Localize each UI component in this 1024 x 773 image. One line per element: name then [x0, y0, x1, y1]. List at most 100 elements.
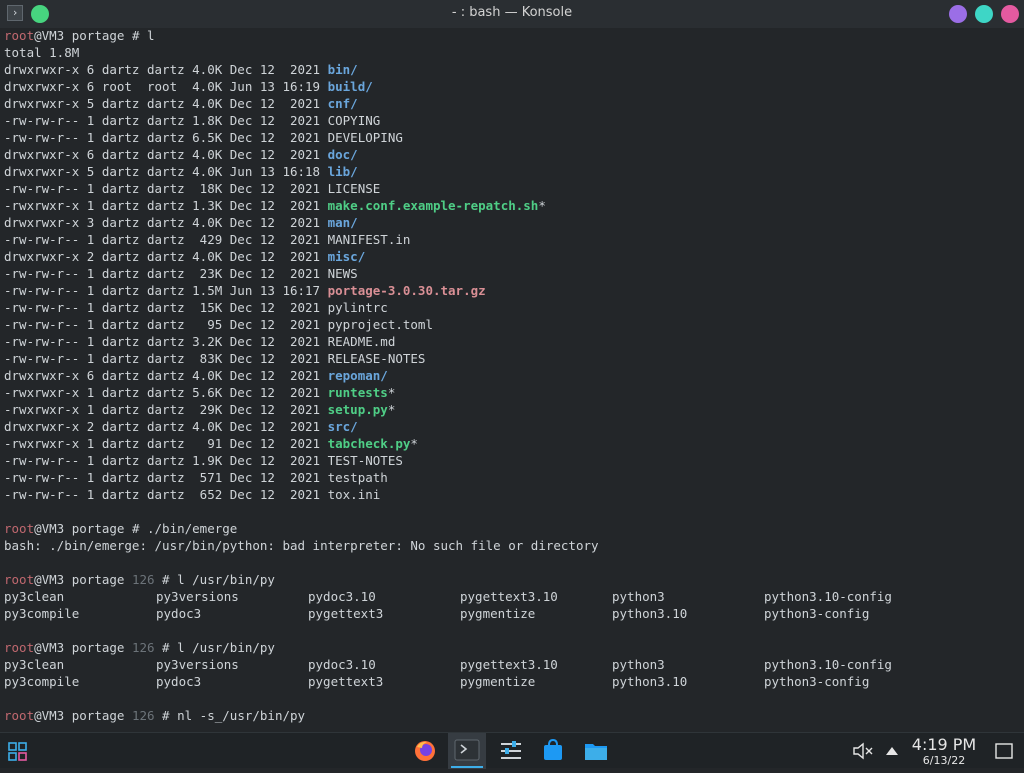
completion-item: python3.10 [612, 674, 688, 689]
prompt-command: # nl -s_/usr/bin/py [154, 708, 306, 723]
file-name: misc/ [327, 249, 366, 264]
file-suffix: * [410, 436, 418, 451]
completion-item: python3.10-config [764, 657, 892, 672]
completion-row: py3clean py3versions pydoc3.10 pygettext3.1… [4, 588, 1020, 605]
file-meta: drwxrwxr-x 6 dartz dartz 4.0K Dec 12 202… [4, 368, 328, 383]
file-meta: -rw-rw-r-- 1 dartz dartz 6.5K Dec 12 202… [4, 130, 328, 145]
file-meta: drwxrwxr-x 6 dartz dartz 4.0K Dec 12 202… [4, 62, 328, 77]
discover-store-icon[interactable] [536, 733, 570, 769]
konsole-icon[interactable] [448, 733, 486, 769]
listing-row: -rw-rw-r-- 1 dartz dartz 571 Dec 12 2021… [4, 469, 1020, 486]
completion-item: pygettext3 [308, 674, 384, 689]
file-meta: -rw-rw-r-- 1 dartz dartz 429 Dec 12 2021 [4, 232, 328, 247]
file-meta: drwxrwxr-x 5 dartz dartz 4.0K Dec 12 202… [4, 96, 328, 111]
file-meta: drwxrwxr-x 2 dartz dartz 4.0K Dec 12 202… [4, 419, 328, 434]
listing-row: -rw-rw-r-- 1 dartz dartz 3.2K Dec 12 202… [4, 333, 1020, 350]
file-meta: -rw-rw-r-- 1 dartz dartz 1.5M Jun 13 16:… [4, 283, 328, 298]
minimize-button[interactable] [949, 5, 967, 23]
listing-row: -rwxrwxr-x 1 dartz dartz 91 Dec 12 2021 … [4, 435, 1020, 452]
listing-row: drwxrwxr-x 3 dartz dartz 4.0K Dec 12 202… [4, 214, 1020, 231]
show-desktop-icon[interactable] [990, 733, 1018, 769]
listing-row: -rw-rw-r-- 1 dartz dartz 83K Dec 12 2021… [4, 350, 1020, 367]
completion-item: py3compile [4, 674, 80, 689]
listing-row: -rw-rw-r-- 1 dartz dartz 1.9K Dec 12 202… [4, 452, 1020, 469]
listing-row: -rw-rw-r-- 1 dartz dartz 95 Dec 12 2021 … [4, 316, 1020, 333]
file-name: TEST-NOTES [327, 453, 403, 468]
file-name: build/ [327, 79, 373, 94]
listing-row: drwxrwxr-x 6 dartz dartz 4.0K Dec 12 202… [4, 367, 1020, 384]
prompt-line: root@VM3 portage 126 # l /usr/bin/py [4, 639, 1020, 656]
prompt-command: # l /usr/bin/py [154, 572, 275, 587]
close-button[interactable] [1001, 5, 1019, 23]
listing-row: -rwxrwxr-x 1 dartz dartz 5.6K Dec 12 202… [4, 384, 1020, 401]
listing-row: -rw-rw-r-- 1 dartz dartz 6.5K Dec 12 202… [4, 129, 1020, 146]
output-text: total 1.8M [4, 45, 80, 60]
completion-item: py3clean [4, 589, 65, 604]
file-meta: drwxrwxr-x 6 dartz dartz 4.0K Dec 12 202… [4, 147, 328, 162]
completion-item: python3-config [764, 606, 870, 621]
listing-row: -rwxrwxr-x 1 dartz dartz 29K Dec 12 2021… [4, 401, 1020, 418]
file-meta: drwxrwxr-x 6 root root 4.0K Jun 13 16:19 [4, 79, 328, 94]
completion-item: pygmentize [460, 606, 536, 621]
firefox-icon[interactable] [408, 733, 442, 769]
file-name: testpath [327, 470, 388, 485]
file-meta: -rw-rw-r-- 1 dartz dartz 83K Dec 12 2021 [4, 351, 328, 366]
completion-item: pydoc3 [156, 606, 202, 621]
file-meta: -rw-rw-r-- 1 dartz dartz 95 Dec 12 2021 [4, 317, 328, 332]
file-name: pyproject.toml [327, 317, 433, 332]
file-suffix: * [387, 402, 396, 417]
file-meta: -rw-rw-r-- 1 dartz dartz 3.2K Dec 12 202… [4, 334, 328, 349]
application-launcher-icon[interactable] [0, 733, 36, 769]
output-line: total 1.8M [4, 44, 1020, 61]
prompt-user: root [4, 708, 35, 723]
completion-item: pydoc3.10 [308, 657, 376, 672]
prompt-host: @VM3 portage [34, 640, 125, 655]
file-name: portage-3.0.30.tar.gz [327, 283, 486, 298]
completion-item: pydoc3.10 [308, 589, 376, 604]
file-meta: -rw-rw-r-- 1 dartz dartz 23K Dec 12 2021 [4, 266, 328, 281]
listing-row: drwxrwxr-x 2 dartz dartz 4.0K Dec 12 202… [4, 418, 1020, 435]
prompt-line: root@VM3 portage # ./bin/emerge [4, 520, 1020, 537]
listing-row: drwxrwxr-x 5 dartz dartz 4.0K Jun 13 16:… [4, 163, 1020, 180]
digital-clock[interactable]: 4:19 PM 6/13/22 [902, 736, 986, 768]
file-name: src/ [327, 419, 358, 434]
completion-item: pygettext3.10 [460, 657, 558, 672]
file-meta: -rw-rw-r-- 1 dartz dartz 18K Dec 12 2021 [4, 181, 328, 196]
maximize-button[interactable] [975, 5, 993, 23]
listing-row: drwxrwxr-x 5 dartz dartz 4.0K Dec 12 202… [4, 95, 1020, 112]
completion-row: py3compile pydoc3 pygettext3 pygmentize pyth… [4, 673, 1020, 690]
prompt-host: @VM3 portage [34, 708, 125, 723]
file-name: doc/ [327, 147, 358, 162]
file-name: man/ [327, 215, 358, 230]
prompt-line: root@VM3 portage 126 # l /usr/bin/py [4, 571, 1020, 588]
file-name: RELEASE-NOTES [327, 351, 426, 366]
window-title: - : bash — Konsole [451, 5, 573, 20]
completion-item: python3 [612, 589, 665, 604]
file-meta: -rwxrwxr-x 1 dartz dartz 29K Dec 12 2021 [4, 402, 328, 417]
prompt-line: root@VM3 portage # l [4, 27, 1020, 44]
prompt-host: @VM3 portage [34, 572, 125, 587]
dolphin-files-icon[interactable] [578, 733, 614, 769]
file-name: setup.py [327, 402, 388, 417]
completion-item: py3clean [4, 657, 65, 672]
window-titlebar[interactable]: › - : bash — Konsole [0, 0, 1024, 28]
completion-item: python3.10-config [764, 589, 892, 604]
listing-row: -rw-rw-r-- 1 dartz dartz 1.8K Dec 12 202… [4, 112, 1020, 129]
file-meta: drwxrwxr-x 5 dartz dartz 4.0K Jun 13 16:… [4, 164, 328, 179]
listing-row: -rwxrwxr-x 1 dartz dartz 1.3K Dec 12 202… [4, 197, 1020, 214]
file-name: runtests [327, 385, 388, 400]
listing-row: -rw-rw-r-- 1 dartz dartz 652 Dec 12 2021… [4, 486, 1020, 503]
completion-item: python3.10 [612, 606, 688, 621]
completion-item: python3-config [764, 674, 870, 689]
tray-expand-icon[interactable] [880, 733, 904, 769]
system-settings-icon[interactable] [494, 733, 528, 769]
file-name: repoman/ [327, 368, 388, 383]
file-suffix: * [387, 385, 396, 400]
prompt-host: @VM3 portage [34, 521, 125, 536]
output-line: bash: ./bin/emerge: /usr/bin/python: bad… [4, 537, 1020, 554]
file-name: COPYING [327, 113, 381, 128]
volume-muted-icon[interactable] [848, 733, 878, 769]
file-meta: drwxrwxr-x 2 dartz dartz 4.0K Dec 12 202… [4, 249, 328, 264]
terminal-output[interactable]: root@VM3 portage # l total 1.8M drwxrwxr-x… [4, 27, 1020, 732]
